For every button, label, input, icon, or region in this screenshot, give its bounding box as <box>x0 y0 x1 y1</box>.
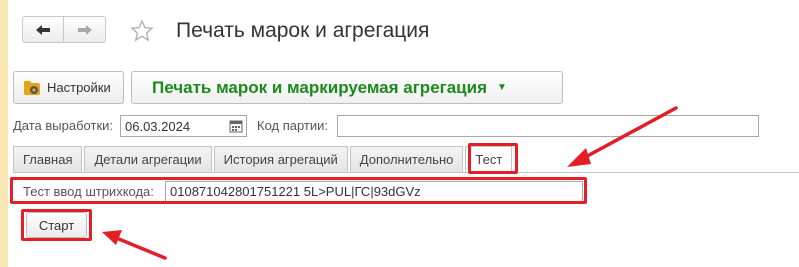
tab-bar: Главная Детали агрегации История агрегац… <box>13 146 514 173</box>
main-action-menu[interactable]: Печать марок и маркируемая агрегация ▼ <box>131 71 563 104</box>
dropdown-caret-icon: ▼ <box>497 82 507 93</box>
left-panel-strip <box>0 0 8 267</box>
test-tab-highlight <box>468 143 518 174</box>
back-button[interactable] <box>22 16 64 43</box>
tab-divider <box>13 172 799 173</box>
settings-button-label: Настройки <box>47 80 111 95</box>
settings-button[interactable]: Настройки <box>13 71 124 104</box>
start-button-highlight <box>21 209 92 241</box>
tab-additional[interactable]: Дополнительно <box>349 146 464 172</box>
back-arrow-icon <box>36 24 50 35</box>
tab-main[interactable]: Главная <box>13 146 83 172</box>
production-date-value: 06.03.2024 <box>125 119 191 134</box>
forward-button[interactable] <box>64 16 106 43</box>
tab-aggregation-details[interactable]: Детали агрегации <box>84 146 212 172</box>
barcode-row-highlight <box>10 177 587 204</box>
batch-code-label: Код партии: <box>257 118 329 133</box>
page-title: Печать марок и агрегация <box>176 19 430 42</box>
forward-arrow-icon <box>77 24 92 35</box>
navigation-buttons <box>22 16 108 43</box>
tab-aggregation-history[interactable]: История агрегаций <box>213 146 348 172</box>
date-label: Дата выработки: <box>13 118 114 133</box>
batch-code-field[interactable] <box>337 115 759 137</box>
calendar-icon[interactable] <box>229 119 243 133</box>
favorite-star-icon[interactable] <box>130 19 154 43</box>
production-date-field[interactable]: 06.03.2024 <box>120 115 247 137</box>
main-action-menu-label: Печать марок и маркируемая агрегация <box>152 77 488 97</box>
arrow-to-start-button <box>102 230 167 260</box>
settings-gear-icon <box>24 80 40 95</box>
